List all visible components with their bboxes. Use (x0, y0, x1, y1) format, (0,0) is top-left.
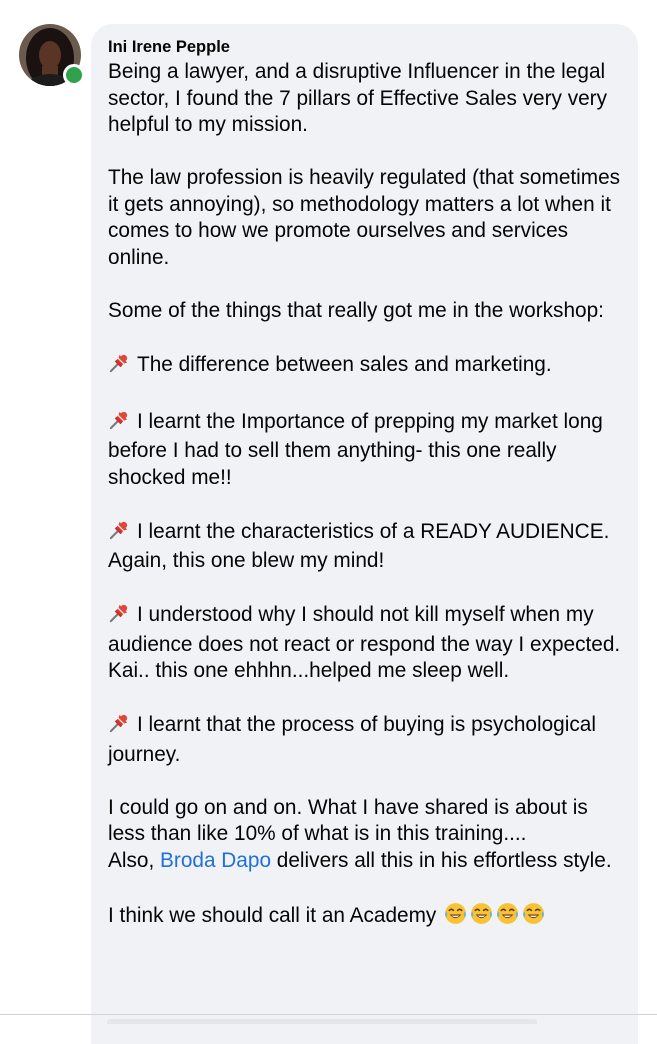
pushpin-icon (108, 518, 131, 549)
comment-bubble: Ini Irene Pepple Being a lawyer, and a d… (91, 24, 638, 1044)
pinned-point: I learnt that the process of buying is p… (108, 711, 624, 768)
mention-paragraph: Also, Broda Dapo delivers all this in hi… (108, 848, 624, 875)
paragraph-text: The difference between sales and marketi… (137, 352, 552, 376)
pushpin-icon (108, 711, 131, 742)
pinned-point: I learnt the Importance of prepping my m… (108, 408, 624, 492)
paragraph-text: I learnt that the process of buying is p… (108, 713, 596, 766)
closing-paragraph: I think we should call it an Academy (108, 901, 624, 934)
paragraph-text: Some of the things that really got me in… (108, 298, 604, 322)
face-with-tears-of-joy-icon (443, 901, 468, 934)
emoji-row (442, 902, 546, 927)
pinned-point: The difference between sales and marketi… (108, 351, 624, 382)
paragraph-text: I understood why I should not kill mysel… (108, 603, 621, 682)
paragraph-text: I learnt the Importance of prepping my m… (108, 409, 603, 489)
comment-paragraph: The law profession is heavily regulated … (108, 165, 624, 271)
pushpin-icon (108, 601, 131, 632)
pushpin-icon (108, 351, 131, 382)
divider (0, 1014, 657, 1015)
paragraph-text: I learnt the characteristics of a READY … (108, 519, 610, 573)
comment-author-name[interactable]: Ini Irene Pepple (108, 37, 230, 57)
comment-paragraph: Some of the things that really got me in… (108, 298, 624, 325)
mention-link-broda-dapo[interactable]: Broda Dapo (160, 849, 271, 872)
pinned-point: I learnt the characteristics of a READY … (108, 518, 624, 575)
comment-paragraph: I could go on and on. What I have shared… (108, 795, 624, 848)
comment-body: Being a lawyer, and a disruptive Influen… (108, 59, 624, 933)
closing-text: I think we should call it an Academy (108, 903, 437, 927)
comment-paragraphs: Being a lawyer, and a disruptive Influen… (108, 59, 624, 848)
pushpin-icon (108, 408, 131, 439)
mention-prefix: Also, (108, 848, 161, 872)
paragraph-text: Being a lawyer, and a disruptive Influen… (108, 60, 607, 136)
online-status-dot (63, 64, 85, 86)
paragraph-text: I could go on and on. What I have shared… (108, 795, 588, 846)
face-with-tears-of-joy-icon (521, 901, 546, 934)
mention-suffix: delivers all this in his effortless styl… (271, 848, 612, 872)
pinned-point: I understood why I should not kill mysel… (108, 601, 624, 685)
paragraph-text: The law profession is heavily regulated … (108, 166, 621, 269)
author-avatar[interactable] (19, 24, 85, 86)
next-comment-edge (107, 1019, 537, 1024)
face-with-tears-of-joy-icon (495, 901, 520, 934)
face-with-tears-of-joy-icon (469, 901, 494, 934)
comment-paragraph: Being a lawyer, and a disruptive Influen… (108, 59, 624, 139)
